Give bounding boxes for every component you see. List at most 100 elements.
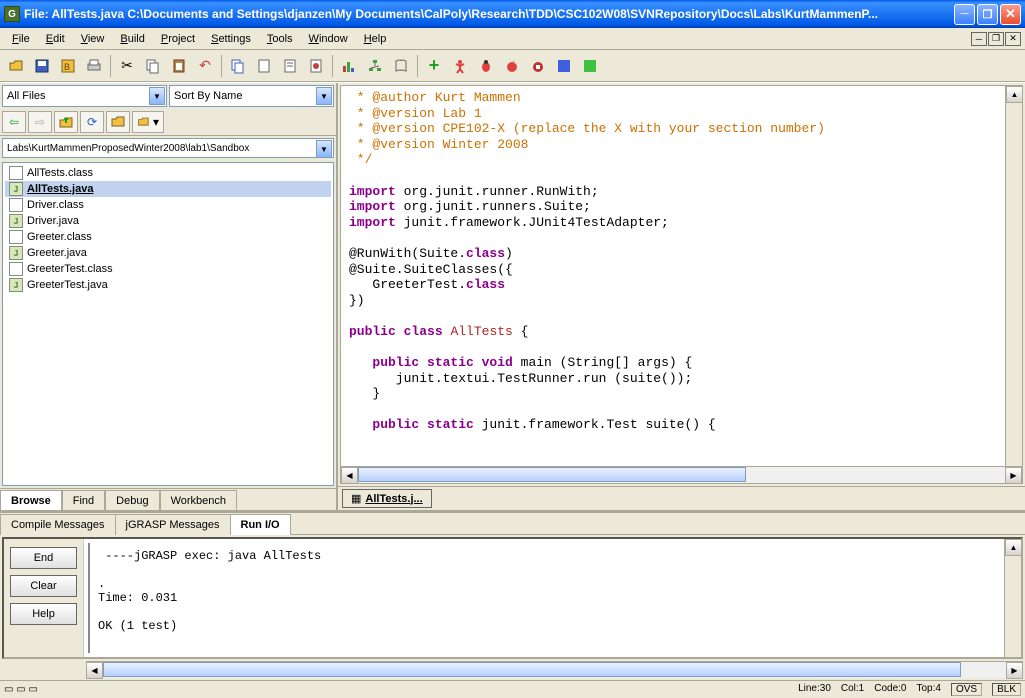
- tree-item[interactable]: AllTests.class: [5, 165, 331, 181]
- tab-find[interactable]: Find: [62, 490, 105, 510]
- java-file-icon: J: [9, 214, 23, 228]
- scroll-thumb[interactable]: [358, 467, 746, 482]
- menu-help[interactable]: Help: [356, 31, 395, 47]
- apple2-icon[interactable]: [526, 54, 550, 78]
- scroll-left-button[interactable]: ◀: [341, 467, 358, 484]
- status-top: Top:4: [917, 683, 941, 696]
- file-name-label: Driver.class: [27, 199, 84, 211]
- code-editor[interactable]: * @author Kurt Mammen * @version Lab 1 *…: [341, 86, 1005, 466]
- console-vscroll[interactable]: ▲: [1004, 539, 1021, 657]
- chart-icon[interactable]: [337, 54, 361, 78]
- help-button[interactable]: Help: [10, 603, 77, 625]
- class-file-icon: [9, 198, 23, 212]
- console-output[interactable]: ----jGRASP exec: java AllTests . Time: 0…: [88, 543, 1004, 653]
- console-tab-run-i-o[interactable]: Run I/O: [230, 514, 291, 535]
- menu-settings[interactable]: Settings: [203, 31, 259, 47]
- back-button[interactable]: ⇦: [2, 111, 26, 133]
- tab-icon: ▦: [351, 492, 361, 505]
- chevron-down-icon[interactable]: ▼: [316, 87, 332, 105]
- mdi-close-button[interactable]: ✕: [1005, 32, 1021, 46]
- print-icon[interactable]: [82, 54, 106, 78]
- console-tab-jgrasp-messages[interactable]: jGRASP Messages: [115, 514, 231, 535]
- tree-item[interactable]: Greeter.class: [5, 229, 331, 245]
- horizontal-scrollbar[interactable]: ◀ ▶: [341, 466, 1022, 483]
- file-filter-label: All Files: [7, 90, 46, 102]
- file2-icon[interactable]: [278, 54, 302, 78]
- file-tree[interactable]: AllTests.classJAllTests.javaDriver.class…: [2, 162, 334, 486]
- cut-icon[interactable]: ✂: [115, 54, 139, 78]
- menu-edit[interactable]: Edit: [38, 31, 73, 47]
- open-icon[interactable]: [4, 54, 28, 78]
- class-file-icon: [9, 166, 23, 180]
- square-blue-icon[interactable]: [552, 54, 576, 78]
- tab-debug[interactable]: Debug: [105, 490, 159, 510]
- copy-icon[interactable]: [141, 54, 165, 78]
- tree-item[interactable]: Driver.class: [5, 197, 331, 213]
- window-title: File: AllTests.java C:\Documents and Set…: [24, 7, 954, 21]
- end-button[interactable]: End: [10, 547, 77, 569]
- status-line: Line:30: [798, 683, 831, 696]
- tree-item[interactable]: JAllTests.java: [5, 181, 331, 197]
- book-icon[interactable]: [389, 54, 413, 78]
- menu-project[interactable]: Project: [153, 31, 203, 47]
- undo-icon[interactable]: ↶: [193, 54, 217, 78]
- bug-icon[interactable]: [474, 54, 498, 78]
- tree-item[interactable]: J Greeter.java: [5, 245, 331, 261]
- save-icon[interactable]: [30, 54, 54, 78]
- close-button[interactable]: ✕: [1000, 4, 1021, 25]
- tree-item[interactable]: J GreeterTest.java: [5, 277, 331, 293]
- chevron-down-icon[interactable]: ▼: [149, 87, 165, 105]
- path-combo[interactable]: Labs\KurtMammenProposedWinter2008\lab1\S…: [2, 138, 334, 158]
- scroll-thumb[interactable]: [103, 662, 961, 677]
- menu-file[interactable]: File: [4, 31, 38, 47]
- file-name-label: GreeterTest.java: [27, 279, 108, 291]
- clear-button[interactable]: Clear: [10, 575, 77, 597]
- chevron-down-icon[interactable]: ▼: [316, 140, 332, 158]
- scroll-up-button[interactable]: ▲: [1006, 86, 1022, 103]
- plus-icon[interactable]: +: [422, 54, 446, 78]
- mdi-restore-button[interactable]: ❐: [988, 32, 1004, 46]
- file-filter-combo[interactable]: All Files ▼: [2, 85, 167, 107]
- mdi-minimize-button[interactable]: ─: [971, 32, 987, 46]
- up-button[interactable]: [54, 111, 78, 133]
- run-icon[interactable]: [448, 54, 472, 78]
- tab-browse[interactable]: Browse: [0, 490, 62, 510]
- sort-combo[interactable]: Sort By Name▼: [169, 85, 334, 107]
- tree-item[interactable]: GreeterTest.class: [5, 261, 331, 277]
- java-file-icon: J: [9, 246, 23, 260]
- console-panel: Compile MessagesjGRASP MessagesRun I/O E…: [0, 510, 1025, 680]
- status-icon: ▭ ▭ ▭: [4, 684, 38, 695]
- menu-view[interactable]: View: [73, 31, 113, 47]
- scroll-left-button[interactable]: ◀: [86, 662, 103, 679]
- open-folder-button[interactable]: ▾: [132, 111, 164, 133]
- menu-window[interactable]: Window: [301, 31, 356, 47]
- file-name-label: AllTests.java: [27, 183, 93, 195]
- java-file-icon: J: [9, 278, 23, 292]
- folder-button[interactable]: [106, 111, 130, 133]
- square-green-icon[interactable]: [578, 54, 602, 78]
- menu-build[interactable]: Build: [112, 31, 152, 47]
- tab-workbench[interactable]: Workbench: [160, 490, 237, 510]
- file-name-label: Greeter.java: [27, 247, 87, 259]
- editor-tab[interactable]: ▦ AllTests.j...: [342, 489, 432, 508]
- save-all-icon[interactable]: B: [56, 54, 80, 78]
- apple-icon[interactable]: [500, 54, 524, 78]
- dup-icon[interactable]: [226, 54, 250, 78]
- menu-tools[interactable]: Tools: [259, 31, 301, 47]
- console-tab-compile-messages[interactable]: Compile Messages: [0, 514, 116, 535]
- paste-icon[interactable]: [167, 54, 191, 78]
- refresh-button[interactable]: ⟳: [80, 111, 104, 133]
- tree-icon[interactable]: [363, 54, 387, 78]
- vertical-scrollbar[interactable]: ▲: [1005, 86, 1022, 466]
- scroll-right-button[interactable]: ▶: [1006, 662, 1023, 679]
- menubar: FileEditViewBuildProjectSettingsToolsWin…: [0, 28, 1025, 50]
- forward-button[interactable]: ⇨: [28, 111, 52, 133]
- console-hscroll[interactable]: ◀ ▶: [86, 661, 1023, 678]
- scroll-up-button[interactable]: ▲: [1005, 539, 1022, 556]
- minimize-button[interactable]: ─: [954, 4, 975, 25]
- scroll-right-button[interactable]: ▶: [1005, 467, 1022, 484]
- new-file-icon[interactable]: [252, 54, 276, 78]
- file3-icon[interactable]: [304, 54, 328, 78]
- maximize-button[interactable]: ❐: [977, 4, 998, 25]
- tree-item[interactable]: JDriver.java: [5, 213, 331, 229]
